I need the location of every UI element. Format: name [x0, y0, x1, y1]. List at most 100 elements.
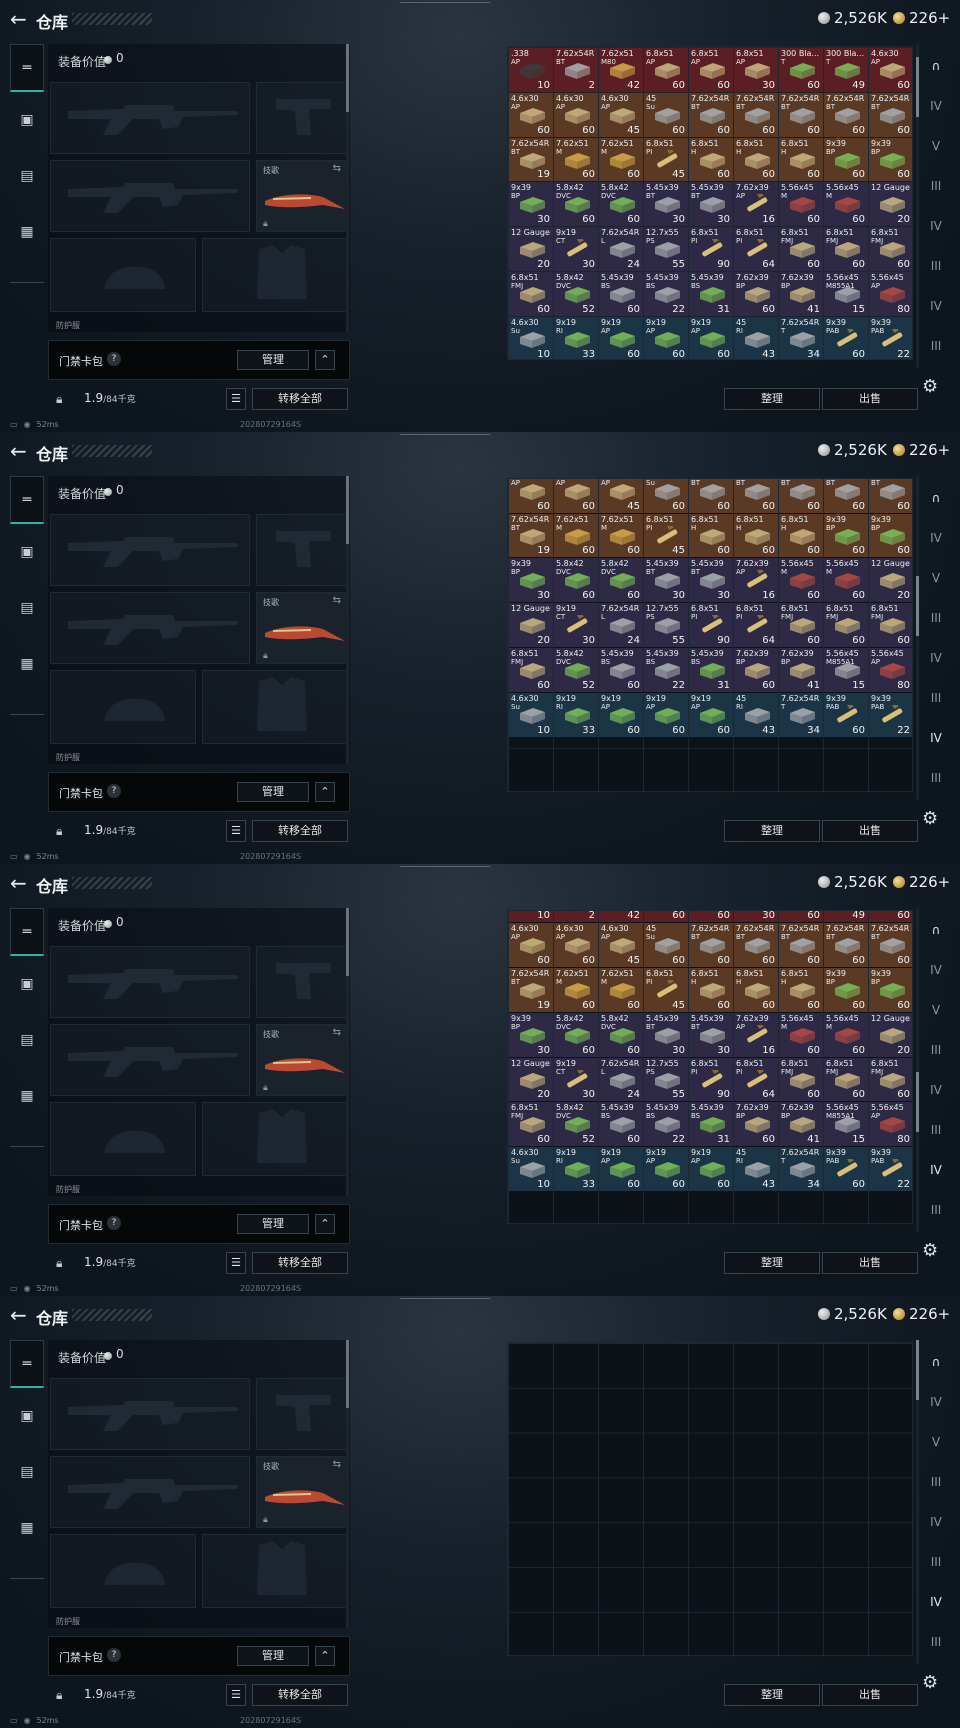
ammo-item[interactable]: 6.8x51 FMJ 60 — [869, 1057, 912, 1102]
ammo-item[interactable]: 9x39 PAB 60 — [824, 692, 868, 737]
helmet-icon[interactable]: ∩ — [920, 914, 952, 946]
clipboard-tab-icon[interactable]: ▤ — [10, 584, 44, 632]
ammo-item[interactable]: 7.62x54R BT 60 — [869, 923, 912, 967]
tier5-box-icon[interactable]: V — [920, 1426, 952, 1458]
ammo-item[interactable]: 6.8x51 AP 60 — [644, 48, 688, 92]
ammo-item[interactable]: 6.8x51 H 60 — [689, 968, 733, 1012]
loadout-scrollbar[interactable] — [346, 476, 349, 764]
chevron-up-icon[interactable]: ⌃ — [315, 1214, 335, 1234]
tier4-alt-icon[interactable]: IV — [920, 210, 952, 242]
secondary-weapon-slot[interactable] — [50, 160, 250, 232]
armor-slot[interactable] — [202, 670, 348, 744]
ammo-item[interactable]: 7.62x54R BT 60 — [869, 479, 912, 513]
ammo-item[interactable]: 5.8x42 DVC 60 — [599, 558, 643, 603]
ammo-item[interactable]: 6.8x51 H 60 — [734, 137, 778, 182]
ammo-item[interactable]: 7.62x39 BP 60 — [734, 1102, 778, 1147]
stash-grid[interactable]: .338 AP 10 7.62x54R BT 2 7.62x51 M80 42 … — [507, 910, 913, 1224]
stash-grid[interactable]: 4.6x30 AP 60 4.6x30 AP 60 4.6x30 AP 45 4… — [507, 478, 913, 792]
ammo-item[interactable]: 7.62x54R BT 60 — [869, 92, 912, 137]
ammo-item[interactable]: 6.8x51 AP 30 — [734, 911, 778, 923]
armor-tab-icon[interactable]: ▣ — [10, 960, 44, 1008]
tier5-box-icon[interactable]: V — [920, 994, 952, 1026]
ammo-item[interactable]: 6.8x51 H 60 — [779, 513, 823, 558]
ammo-item[interactable]: 5.45x39 BS 22 — [644, 648, 688, 692]
transfer-all-button[interactable]: 转移全部 — [252, 820, 348, 842]
ammo-item[interactable]: 9x39 PAB 22 — [869, 1147, 912, 1191]
tier3-case-icon[interactable]: III — [920, 682, 952, 714]
ammo-item[interactable]: 5.56x45 M 60 — [779, 182, 823, 227]
melee-slot[interactable]: 技歌 ⇆ 🔒︎ — [256, 1024, 348, 1096]
manage-button[interactable]: 管理 — [237, 1214, 309, 1234]
ammo-item[interactable]: 300 Bla... T 60 — [779, 48, 823, 92]
ammo-item[interactable]: 6.8x51 PI 90 — [689, 1057, 733, 1102]
pistol-slot[interactable] — [256, 514, 348, 586]
ammo-item[interactable]: 5.45x39 BS 31 — [689, 1102, 733, 1147]
list-icon[interactable]: ☰ — [226, 1684, 246, 1706]
helmet-icon[interactable]: ∩ — [920, 482, 952, 514]
ammo-item[interactable]: 45 Su 60 — [644, 92, 688, 137]
transfer-all-button[interactable]: 转移全部 — [252, 388, 348, 410]
ammo-item[interactable]: 5.8x42 DVC 60 — [554, 1012, 598, 1057]
ammo-item[interactable]: 5.8x42 DVC 52 — [554, 272, 598, 316]
gold-currency[interactable]: 226+ — [893, 441, 950, 459]
ammo-item[interactable]: 6.8x51 AP 30 — [734, 48, 778, 92]
ammo-item[interactable]: 9x19 AP 60 — [644, 316, 688, 359]
tier3-ext-icon[interactable]: III — [920, 330, 952, 362]
ammo-item[interactable]: 300 Bla... T 49 — [824, 911, 868, 923]
clipboard-tab-icon[interactable]: ▤ — [10, 1448, 44, 1496]
ammo-item[interactable]: 12 Gauge 20 — [869, 1012, 912, 1057]
ammo-item[interactable]: 5.45x39 BS 31 — [689, 648, 733, 692]
stash-grid[interactable]: .338 AP 10 7.62x54R BT 2 7.62x51 M80 42 … — [507, 46, 913, 360]
tier3-case-icon[interactable]: III — [920, 1546, 952, 1578]
weapon-tab-icon[interactable]: ═ — [10, 908, 44, 956]
weapon-tab-icon[interactable]: ═ — [10, 1340, 44, 1388]
ammo-item[interactable]: 5.45x39 BT 30 — [689, 182, 733, 227]
swap-icon[interactable]: ⇆ — [333, 1027, 341, 1038]
weapon-tab-icon[interactable]: ═ — [10, 44, 44, 92]
ammo-item[interactable]: 7.62x51 M 60 — [554, 513, 598, 558]
ammo-item[interactable]: 6.8x51 AP 60 — [689, 911, 733, 923]
tier3-ext-icon[interactable]: III — [920, 762, 952, 794]
ammo-item[interactable]: 4.6x30 AP 45 — [599, 479, 643, 513]
ammo-item[interactable]: 300 Bla... T 49 — [824, 48, 868, 92]
tier3-box-icon[interactable]: III — [920, 1034, 952, 1066]
stash-scrollbar[interactable] — [916, 44, 919, 368]
secondary-weapon-slot[interactable] — [50, 1024, 250, 1096]
helmet-slot[interactable] — [50, 1102, 196, 1176]
ammo-item[interactable]: 5.56x45 M855A1 15 — [824, 648, 868, 692]
ammo-item[interactable]: 6.8x51 H 60 — [779, 968, 823, 1012]
sell-button[interactable]: 出售 — [822, 1684, 918, 1706]
help-icon[interactable]: ? — [107, 784, 121, 798]
ammo-item[interactable]: 6.8x51 AP 60 — [689, 48, 733, 92]
ammo-item[interactable]: 6.8x51 FMJ 60 — [824, 227, 868, 271]
armor-tab-icon[interactable]: ▣ — [10, 96, 44, 144]
ammo-item[interactable]: 7.62x39 BP 60 — [734, 272, 778, 316]
ammo-item[interactable]: 7.62x54R BT 60 — [824, 923, 868, 967]
ammo-item[interactable]: .338 AP 10 — [509, 911, 553, 923]
ammo-item[interactable]: 6.8x51 H 60 — [779, 137, 823, 182]
ammo-item[interactable]: 9x19 CT 30 — [554, 603, 598, 647]
ammo-item[interactable]: 4.6x30 Su 10 — [509, 692, 553, 737]
helmet-icon[interactable]: ∩ — [920, 50, 952, 82]
tier4-box-icon[interactable]: IV — [920, 954, 952, 986]
ammo-item[interactable]: 5.45x39 BT 30 — [689, 558, 733, 603]
ammo-item[interactable]: 5.8x42 DVC 60 — [599, 1012, 643, 1057]
pistol-slot[interactable] — [256, 82, 348, 154]
ammo-item[interactable]: 9x19 CT 30 — [554, 227, 598, 271]
tier4-alt-icon[interactable]: IV — [920, 642, 952, 674]
ammo-item[interactable]: 5.56x45 M855A1 15 — [824, 1102, 868, 1147]
ammo-item[interactable]: 7.62x39 BP 41 — [779, 648, 823, 692]
ammo-item[interactable]: 4.6x30 Su 10 — [509, 316, 553, 359]
ammo-item[interactable]: 9x19 AP 60 — [644, 692, 688, 737]
ammo-item[interactable]: 12 Gauge 20 — [869, 558, 912, 603]
ammo-item[interactable]: 7.62x54R BT 60 — [734, 92, 778, 137]
ammo-item[interactable]: 5.56x45 AP 80 — [869, 272, 912, 316]
swap-icon[interactable]: ⇆ — [333, 1459, 341, 1470]
ammo-item[interactable]: 7.62x54R T 34 — [779, 1147, 823, 1191]
ammo-item[interactable]: 6.8x51 FMJ 60 — [779, 227, 823, 271]
ammo-item[interactable]: 9x19 AP 60 — [599, 692, 643, 737]
manage-button[interactable]: 管理 — [237, 1646, 309, 1666]
ammo-item[interactable]: 7.62x54R BT 60 — [734, 923, 778, 967]
stash-scrollbar[interactable] — [916, 1340, 919, 1664]
tier4-box-icon[interactable]: IV — [920, 1386, 952, 1418]
